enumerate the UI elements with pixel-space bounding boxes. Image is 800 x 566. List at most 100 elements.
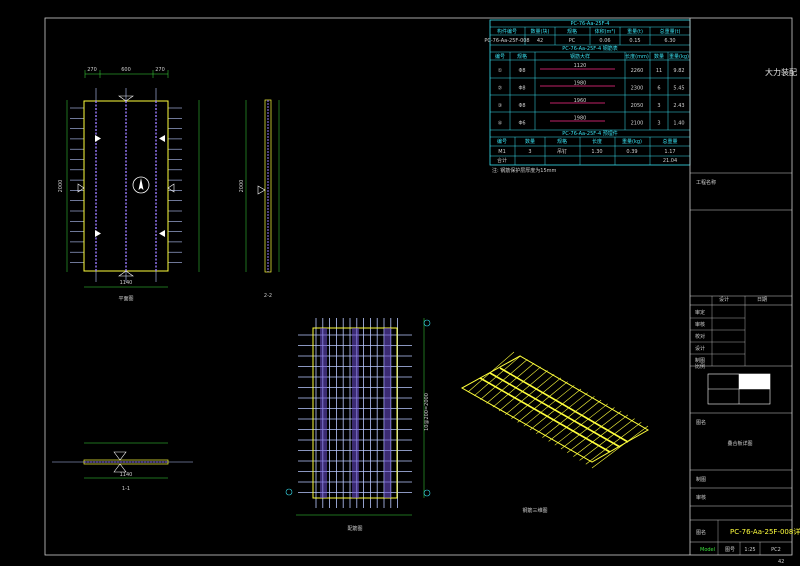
- rebar-spacing-dim: 10@200=2000: [424, 393, 430, 431]
- tb-designer: 设计: [719, 296, 729, 303]
- table-row1-cell: 0.15: [629, 38, 640, 44]
- table-title-2: PC-76-Aa-25F-4 钢筋表: [562, 45, 617, 52]
- lifting-point-icon: [113, 451, 127, 461]
- table-row2-cell: 1120: [574, 63, 587, 69]
- table-row1-cell: 42: [537, 38, 543, 44]
- table-header2-cell: 编号: [495, 53, 505, 60]
- table-row3-cell: 1.30: [591, 149, 602, 155]
- plan-dim-height: 2000: [58, 180, 64, 193]
- table-row2-cell: 1.40: [673, 121, 684, 127]
- tb-status: Model: [700, 547, 715, 553]
- plan-view-label: 平面图: [118, 296, 133, 302]
- table-row1-cell: 6.30: [664, 38, 675, 44]
- table-header1-cell: 构件编号: [497, 28, 517, 35]
- title-block-row-label: 制图: [695, 357, 705, 364]
- table-row2-cell: 9.82: [673, 68, 684, 74]
- table-header2-cell: 规格: [517, 53, 527, 60]
- table-header2-cell: 长度(mm): [625, 53, 649, 60]
- table-row2-cell: 2260: [631, 68, 644, 74]
- table-row2-cell: ②: [498, 86, 503, 92]
- section11-dim: 1140: [120, 472, 133, 478]
- table-row3-cell: 3: [528, 149, 531, 155]
- lifting-point-icon: [159, 230, 165, 237]
- table-header3-cell: 重量(kg): [622, 138, 642, 145]
- table-header3-cell: 规格: [557, 138, 567, 145]
- plan-dim-top-1: 270: [87, 67, 97, 73]
- table-row2-cell: 2050: [631, 103, 644, 109]
- table-row3-cell: 吊钉: [557, 148, 567, 155]
- tb-drawing-code: PC-76-Aa-25F-008详图: [730, 527, 800, 536]
- tb-sheet-name: 叠合板详图: [727, 440, 752, 447]
- table-row3-cell: 合计: [497, 157, 507, 164]
- table-header3-cell: 总重量: [662, 138, 677, 145]
- plan-dim-top-3: 270: [155, 67, 165, 73]
- title-block-row-label: 校对: [695, 333, 705, 340]
- section-1-1-view: 1140 1-1: [52, 442, 193, 492]
- table-row2-cell: 2.43: [673, 103, 684, 109]
- company-text: 大力装配: [765, 67, 797, 77]
- section-2-2-view: 2000 2-2: [239, 99, 280, 299]
- table-row2-cell: ④: [498, 121, 503, 127]
- lifting-point-icon: [257, 185, 266, 195]
- table-header3-cell: 编号: [497, 138, 507, 145]
- material-table: PC-76-Aa-25F-4 构件编号 数量(块) 规格 体积(m³) 重量(t) 总重量…: [484, 19, 691, 174]
- section-marker-icon: [77, 183, 85, 193]
- table-row2-cell: Φ8: [518, 103, 525, 109]
- table-title-3: PC-76-Aa-25F-4 预埋件: [562, 130, 617, 137]
- table-row2-cell: 2100: [631, 121, 644, 127]
- table-header2-cell: 重量(kg): [669, 53, 689, 60]
- rebar-view-label: 配筋图: [347, 525, 362, 532]
- table-row2-cell: 6: [657, 86, 660, 92]
- table-header1-cell: 规格: [567, 28, 577, 35]
- table-header2-cell: 数量: [654, 53, 664, 60]
- title-block-row-label: 审定: [695, 309, 705, 316]
- table-header1-cell: 数量(块): [531, 28, 550, 35]
- table-row1-cell: 0.06: [599, 38, 610, 44]
- table-header1-cell: 体积(m³): [595, 28, 616, 35]
- tb-drawn: 制图: [696, 476, 706, 483]
- rebar-callout-icon: [423, 489, 431, 497]
- tb-sheet-name-label: 图名: [696, 419, 706, 426]
- table-row2-cell: ①: [498, 68, 503, 74]
- table-row2-cell: Φ6: [518, 121, 525, 127]
- title-block: 大力装配 工程名称 设计 日期 审定审核校对设计制图比例 图名 叠合板详图 制图…: [689, 18, 800, 555]
- table-header3-cell: 长度: [592, 138, 602, 145]
- lifting-point-icon: [95, 135, 101, 142]
- tb-drawing-name-label: 图名: [696, 529, 706, 536]
- page-number: 42: [778, 559, 784, 565]
- isometric-view: 钢筋三维图: [460, 351, 650, 514]
- section-marker-icon: [167, 183, 175, 193]
- tb-sheet-no: PC2: [771, 547, 781, 553]
- project-label: 工程名称: [696, 179, 716, 186]
- plan-dim-top-2: 600: [121, 67, 131, 73]
- plan-view: 270 600 270 2000 1140 平面图: [58, 67, 200, 302]
- company-name: 大力装配: [765, 67, 797, 77]
- section22-label: 2-2: [264, 293, 272, 299]
- rebar-view: 10@200=2000 配筋图: [285, 318, 431, 532]
- table-row2-cell: Φ8: [518, 86, 525, 92]
- tb-sheet-no-label: 图号: [725, 547, 735, 553]
- section22-dim: 2000: [239, 180, 245, 193]
- table-row2-cell: ③: [498, 103, 502, 109]
- tb-date: 日期: [757, 297, 767, 303]
- table-row2-cell: 3: [657, 103, 660, 109]
- table-row2-cell: 11: [656, 68, 662, 74]
- table-header2-cell: 钢筋大样: [570, 53, 590, 60]
- table-header1-cell: 总重量(t): [660, 28, 681, 35]
- tb-scale: 1:25: [744, 547, 755, 553]
- table-row2-cell: 3: [657, 121, 660, 127]
- drawing-frame: [44, 17, 793, 556]
- table-row2-cell: 5.45: [673, 86, 684, 92]
- title-block-row-label: 审核: [695, 321, 705, 328]
- table-row3-cell: 0.39: [626, 149, 637, 155]
- cad-drawing-sheet: 270 600 270 2000 1140 平面图 2000 2-2 1140 …: [44, 17, 800, 565]
- table-row1-cell: PC: [569, 38, 576, 44]
- table-row3-cell: M1: [498, 149, 506, 155]
- table-row2-cell: 2300: [631, 86, 644, 92]
- iso-view-label: 钢筋三维图: [522, 507, 547, 514]
- table-footnote: 注: 钢筋保护层厚度为15mm: [492, 167, 557, 174]
- table-row2-cell: Φ8: [518, 68, 525, 74]
- lifting-point-icon: [95, 230, 101, 237]
- table-row1-cell: PC-76-Aa-25F-008: [484, 38, 529, 44]
- section11-label: 1-1: [122, 486, 130, 492]
